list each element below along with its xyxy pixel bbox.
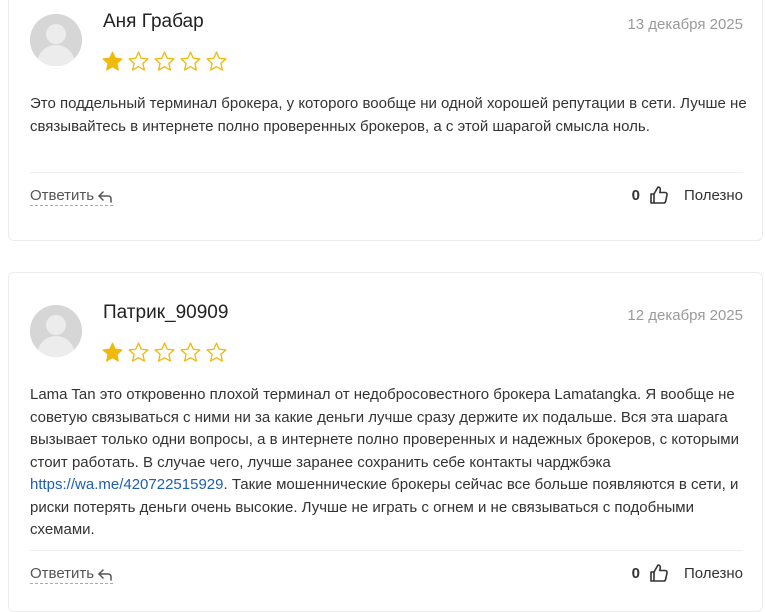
helpful-count: 0 <box>631 186 640 204</box>
star-empty-icon <box>180 342 201 362</box>
reply-label: Ответить <box>30 565 95 582</box>
star-empty-icon <box>206 51 227 71</box>
review-text: Это поддельный терминал брокера, у котор… <box>30 93 748 138</box>
reply-button[interactable]: Ответить <box>30 187 114 206</box>
thumbs-up-icon[interactable] <box>649 563 669 583</box>
review-card: Аня Грабар 13 декабря 2025 Это поддельны… <box>8 0 763 241</box>
star-empty-icon <box>206 342 227 362</box>
user-avatar-icon <box>30 305 82 357</box>
avatar <box>30 305 82 357</box>
review-date: 13 декабря 2025 <box>627 16 743 33</box>
avatar <box>30 14 82 66</box>
helpful-button[interactable]: Полезно <box>684 565 743 582</box>
star-filled-icon <box>102 342 123 362</box>
star-empty-icon <box>128 342 149 362</box>
reply-button[interactable]: Ответить <box>30 565 114 584</box>
rating-stars <box>101 341 228 364</box>
star-empty-icon <box>154 342 175 362</box>
reply-arrow-icon <box>98 190 112 203</box>
helpful-block: 0 Полезно <box>632 185 743 205</box>
star-empty-icon <box>180 51 201 71</box>
divider <box>30 550 743 551</box>
star-empty-icon <box>128 51 149 71</box>
review-card: Патрик_90909 12 декабря 2025 Lama Tan эт… <box>8 272 763 612</box>
review-author[interactable]: Аня Грабар <box>103 11 204 33</box>
reply-label: Ответить <box>30 187 95 204</box>
divider <box>30 172 743 173</box>
helpful-button[interactable]: Полезно <box>684 187 743 204</box>
review-date: 12 декабря 2025 <box>627 307 743 324</box>
review-author[interactable]: Патрик_90909 <box>103 302 228 324</box>
star-filled-icon <box>102 51 123 71</box>
review-text-content: Это поддельный терминал брокера, у котор… <box>30 95 747 135</box>
helpful-count: 0 <box>631 564 640 582</box>
rating-stars <box>101 50 228 73</box>
thumbs-up-icon[interactable] <box>649 185 669 205</box>
review-text: Lama Tan это откровенно плохой терминал … <box>30 384 748 542</box>
review-text-before-link: Lama Tan это откровенно плохой терминал … <box>30 386 739 471</box>
reply-arrow-icon <box>98 568 112 581</box>
user-avatar-icon <box>30 14 82 66</box>
star-empty-icon <box>154 51 175 71</box>
helpful-block: 0 Полезно <box>632 563 743 583</box>
review-link[interactable]: https://wa.me/420722515929 <box>30 476 223 493</box>
